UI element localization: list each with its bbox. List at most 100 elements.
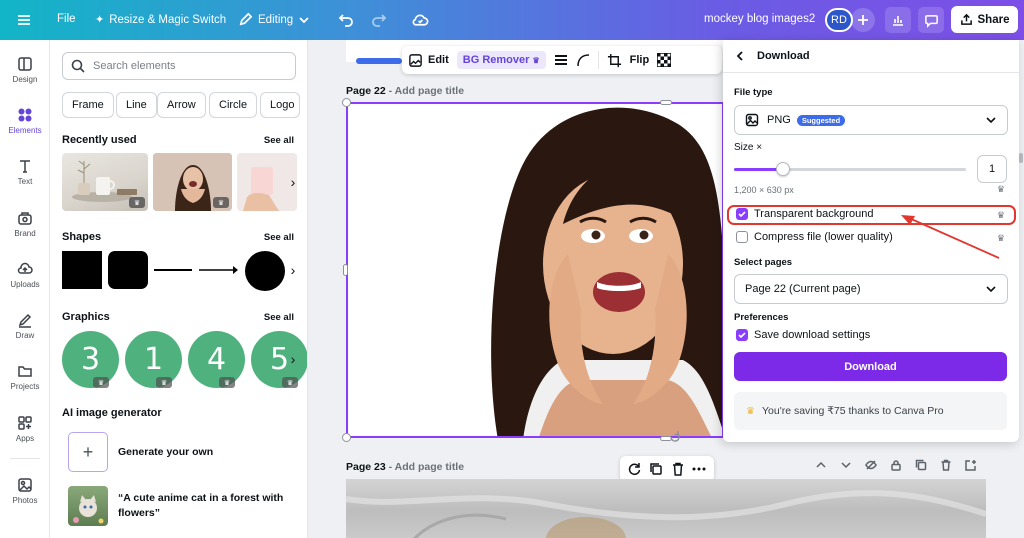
transparency-button[interactable] [657, 53, 672, 67]
download-button[interactable]: Download [734, 352, 1007, 381]
crown-icon: ♛ [93, 377, 109, 388]
generate-your-own-button[interactable]: + Generate your own [68, 432, 213, 472]
size-label: Size × [734, 142, 763, 153]
crop-button[interactable] [607, 53, 622, 68]
flip-button[interactable]: Flip [630, 54, 650, 66]
chip-circle[interactable]: Circle [209, 92, 258, 118]
file-type-select[interactable]: PNG Suggested [734, 105, 1008, 135]
duplicate-page-button[interactable] [915, 459, 927, 471]
border-style-button[interactable] [554, 53, 568, 67]
page-23-canvas[interactable] [346, 479, 986, 538]
cloud-save-status[interactable] [412, 12, 429, 28]
graphics-next-arrow[interactable]: › [287, 349, 299, 369]
back-chevron-icon[interactable] [735, 50, 745, 62]
resize-handle-bottom-left[interactable] [342, 433, 351, 442]
page-23-label[interactable]: Page 23 - Add page title [346, 461, 464, 473]
save-download-settings-checkbox[interactable]: Save download settings [736, 329, 870, 341]
image-toolbar: Edit BG Remover ♛ Flip [402, 46, 722, 74]
add-page-button[interactable] [965, 459, 977, 471]
file-menu[interactable]: File [57, 13, 76, 25]
lock-page-button[interactable] [890, 459, 902, 471]
shapes-next-arrow[interactable]: › [287, 260, 299, 280]
rail-item-brand[interactable]: Brand [0, 210, 50, 238]
previous-page-element [356, 58, 402, 64]
marble-background-image [346, 490, 986, 538]
resize-handle-top[interactable] [660, 100, 672, 105]
ai-generator-heading: AI image generator [62, 407, 162, 419]
rail-item-text[interactable]: Text [0, 158, 50, 186]
insights-button[interactable] [885, 7, 911, 33]
rail-item-elements[interactable]: Elements [0, 107, 50, 135]
recent-thumb-woman[interactable]: ♛ [153, 153, 232, 211]
edit-image-button[interactable]: Edit [408, 53, 449, 68]
checkbox-unchecked[interactable] [736, 231, 748, 243]
size-value-input[interactable]: 1 [977, 155, 1007, 183]
delete-page-button[interactable] [940, 459, 952, 471]
avatar[interactable]: RD [825, 8, 853, 32]
redo-icon [372, 14, 387, 27]
select-pages-dropdown[interactable]: Page 22 (Current page) [734, 274, 1008, 304]
cloud-check-icon [412, 14, 429, 26]
shape-square[interactable] [62, 251, 102, 289]
recent-thumb-mug[interactable]: ♛ [62, 153, 148, 211]
see-all-shapes-link[interactable]: See all [264, 232, 294, 243]
redo-button[interactable] [371, 12, 387, 28]
document-title[interactable]: mockey blog images2 [704, 13, 815, 25]
move-page-down-button[interactable] [840, 459, 852, 471]
rail-item-draw[interactable]: Draw [0, 312, 50, 340]
chevron-down-icon [986, 117, 996, 124]
rail-item-uploads[interactable]: Uploads [0, 261, 50, 289]
editing-mode-dropdown[interactable]: Editing [238, 12, 310, 27]
ai-prompt-cat[interactable]: “A cute anime cat in a forest with flowe… [68, 486, 283, 526]
compress-file-checkbox[interactable]: Compress file (lower quality) [736, 231, 893, 243]
move-page-up-button[interactable] [815, 459, 827, 471]
more-options-button[interactable] [692, 462, 706, 476]
graphic-number-1[interactable]: 1 ♛ [125, 331, 182, 388]
rail-item-projects[interactable]: Projects [0, 363, 50, 391]
resize-handle-top-left[interactable] [342, 98, 351, 107]
chip-line[interactable]: Line [116, 92, 157, 118]
canvas-scrollbar[interactable] [1019, 153, 1023, 163]
resize-magic-switch-button[interactable]: ✦ Resize & Magic Switch [95, 13, 226, 27]
corner-rounding-button[interactable] [576, 53, 590, 67]
size-slider-knob[interactable] [775, 162, 790, 176]
resize-handle-left[interactable] [343, 264, 348, 276]
share-button[interactable]: Share [951, 6, 1018, 33]
rail-item-design[interactable]: Design [0, 56, 50, 84]
corner-icon [576, 54, 589, 67]
search-input[interactable]: Search elements [62, 52, 296, 80]
lines-icon [554, 55, 567, 65]
chip-logo[interactable]: Logo [260, 92, 300, 118]
see-all-graphics-link[interactable]: See all [264, 312, 294, 323]
menu-icon[interactable] [16, 12, 32, 28]
shape-rounded-square[interactable] [108, 251, 148, 289]
rail-item-apps[interactable]: Apps [0, 415, 50, 443]
recent-next-arrow[interactable]: › [287, 172, 299, 192]
chip-arrow[interactable]: Arrow [157, 92, 206, 118]
copy-icon [915, 459, 927, 471]
graphic-number-4[interactable]: 4 ♛ [188, 331, 245, 388]
checkmark-icon [738, 332, 746, 339]
see-all-recent-link[interactable]: See all [264, 135, 294, 146]
chip-frame[interactable]: Frame [62, 92, 114, 118]
add-collaborator-button[interactable] [851, 8, 875, 32]
duplicate-button[interactable] [649, 462, 663, 476]
shape-arrow-line[interactable] [199, 264, 241, 276]
undo-button[interactable] [338, 12, 354, 28]
page-22-label[interactable]: Page 22 - Add page title [346, 85, 464, 97]
checkbox-checked[interactable] [736, 329, 748, 341]
size-slider[interactable] [734, 162, 966, 176]
comments-button[interactable] [918, 7, 944, 33]
delete-button[interactable] [671, 462, 685, 476]
lock-icon [891, 460, 901, 471]
shape-circle[interactable] [245, 251, 285, 291]
shape-line[interactable] [154, 269, 192, 271]
rotate-handle[interactable] [668, 430, 682, 444]
graphic-number-5[interactable]: 5 ♛ [251, 331, 307, 388]
rail-item-photos[interactable]: Photos [0, 477, 50, 505]
page-22-canvas[interactable] [346, 102, 724, 438]
bg-remover-button[interactable]: BG Remover ♛ [456, 51, 546, 69]
graphic-number-3[interactable]: 3 ♛ [62, 331, 119, 388]
magic-refresh-button[interactable] [628, 462, 642, 476]
hide-page-button[interactable] [865, 459, 877, 471]
